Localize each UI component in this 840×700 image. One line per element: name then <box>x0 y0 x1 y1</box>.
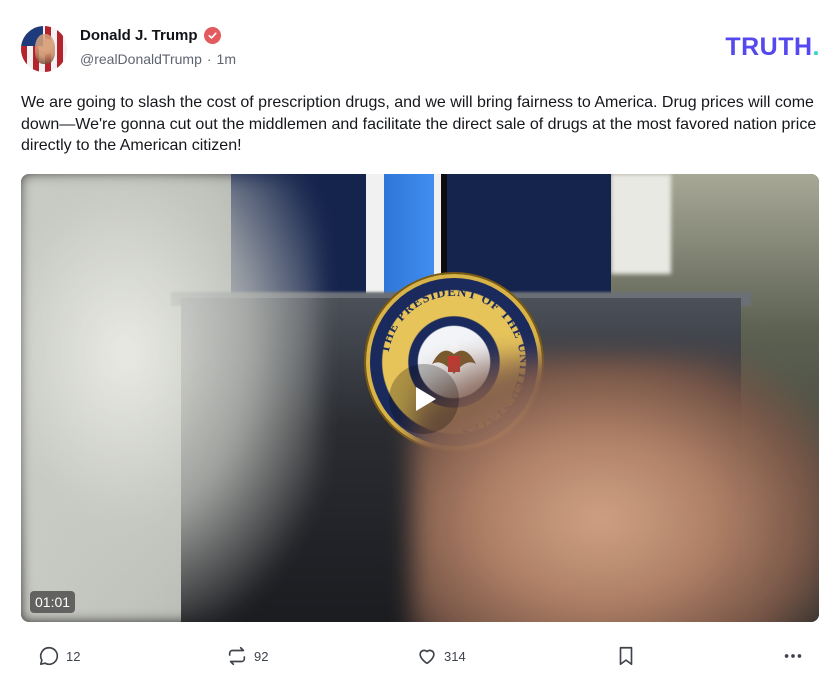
post-actions: 12 92 314 <box>0 640 840 676</box>
video-player[interactable]: THE PRESIDENT OF THE UNITED STATES 01:01 <box>21 174 819 622</box>
like-button[interactable]: 314 <box>416 645 466 667</box>
author-name-row: Donald J. Trump <box>80 24 221 46</box>
bookmark-icon <box>619 646 633 666</box>
heart-icon <box>419 649 435 665</box>
bookmark-button[interactable] <box>616 645 636 667</box>
play-icon <box>416 387 436 411</box>
play-button[interactable] <box>389 364 459 434</box>
author-handle[interactable]: @realDonaldTrump <box>80 51 202 67</box>
truth-post: Donald J. Trump @realDonaldTrump · 1m TR… <box>0 0 840 700</box>
more-icon <box>784 654 802 658</box>
post-timestamp[interactable]: 1m <box>217 51 236 67</box>
reply-count: 12 <box>66 648 81 664</box>
verified-badge-icon <box>203 26 221 44</box>
logo-text: TRUTH <box>725 33 813 61</box>
like-count: 314 <box>444 648 466 664</box>
repost-button[interactable]: 92 <box>226 645 268 667</box>
repost-icon <box>228 646 246 666</box>
video-duration: 01:01 <box>30 591 76 613</box>
author-meta: @realDonaldTrump · 1m <box>80 51 236 67</box>
video-window <box>611 174 671 274</box>
video-blur-person <box>411 354 819 622</box>
more-options-button[interactable] <box>781 645 805 667</box>
meta-separator: · <box>206 51 212 67</box>
truth-logo[interactable]: TRUTH. <box>725 33 820 62</box>
avatar[interactable] <box>21 26 67 72</box>
reply-icon <box>39 646 59 666</box>
logo-dot: . <box>812 33 820 61</box>
post-text: We are going to slash the cost of prescr… <box>21 94 817 154</box>
reply-button[interactable]: 12 <box>38 645 80 667</box>
video-blur-foreground <box>21 174 321 622</box>
author-display-name[interactable]: Donald J. Trump <box>80 27 198 44</box>
repost-count: 92 <box>254 648 269 664</box>
